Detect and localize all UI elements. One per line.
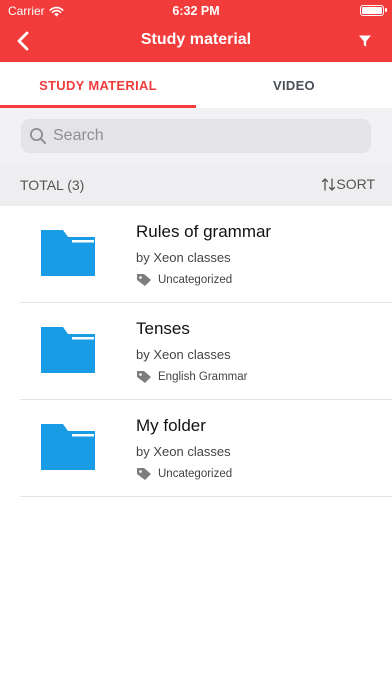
divider [20, 496, 392, 497]
folder-icon [41, 327, 95, 373]
tag-label: Uncategorized [158, 274, 233, 286]
item-title: My folder [136, 416, 206, 435]
sort-button[interactable]: SORT [321, 176, 375, 192]
item-title: Rules of grammar [136, 222, 272, 241]
item-tag: Uncategorized [136, 467, 232, 481]
app-header: Carrier 6:32 PM Study material [0, 0, 392, 62]
folder-icon [41, 424, 95, 470]
navigation-bar: Study material [0, 20, 392, 62]
tag-icon [137, 274, 151, 286]
folder-list: Rules of grammar by Xeon classes Uncateg… [0, 206, 392, 497]
status-time: 6:32 PM [172, 4, 220, 18]
folder-icon [41, 230, 95, 276]
tab-label: VIDEO [273, 77, 315, 93]
search-icon [28, 126, 48, 146]
tab-video[interactable]: VIDEO [196, 62, 392, 108]
list-item[interactable]: Rules of grammar by Xeon classes Uncateg… [0, 206, 392, 303]
total-count: TOTAL (3) [20, 177, 85, 193]
tag-label: Uncategorized [158, 468, 233, 480]
item-author: by Xeon classes [136, 444, 231, 459]
tag-icon [137, 468, 151, 480]
list-item[interactable]: My folder by Xeon classes Uncategorized [0, 400, 392, 497]
battery-icon [360, 5, 387, 16]
item-author: by Xeon classes [136, 347, 231, 362]
filter-button[interactable] [352, 28, 378, 54]
sort-arrows-icon [322, 177, 336, 191]
search-section [0, 108, 392, 164]
list-item[interactable]: Tenses by Xeon classes English Grammar [0, 303, 392, 400]
tag-icon [137, 371, 151, 383]
search-input[interactable] [51, 126, 355, 146]
list-header: TOTAL (3) SORT [0, 164, 392, 206]
item-author: by Xeon classes [136, 250, 231, 265]
page-title: Study material [140, 31, 252, 48]
item-tag: English Grammar [136, 370, 247, 384]
tag-label: English Grammar [158, 371, 248, 383]
search-bar[interactable] [21, 119, 371, 153]
tab-bar: STUDY MATERIAL VIDEO [0, 62, 392, 108]
sort-label: SORT [336, 176, 375, 192]
item-tag: Uncategorized [136, 273, 232, 287]
tab-study-material[interactable]: STUDY MATERIAL [0, 62, 196, 108]
tab-label: STUDY MATERIAL [39, 77, 157, 93]
status-bar: Carrier 6:32 PM [0, 0, 392, 20]
item-title: Tenses [136, 319, 190, 338]
filter-icon [359, 35, 371, 47]
